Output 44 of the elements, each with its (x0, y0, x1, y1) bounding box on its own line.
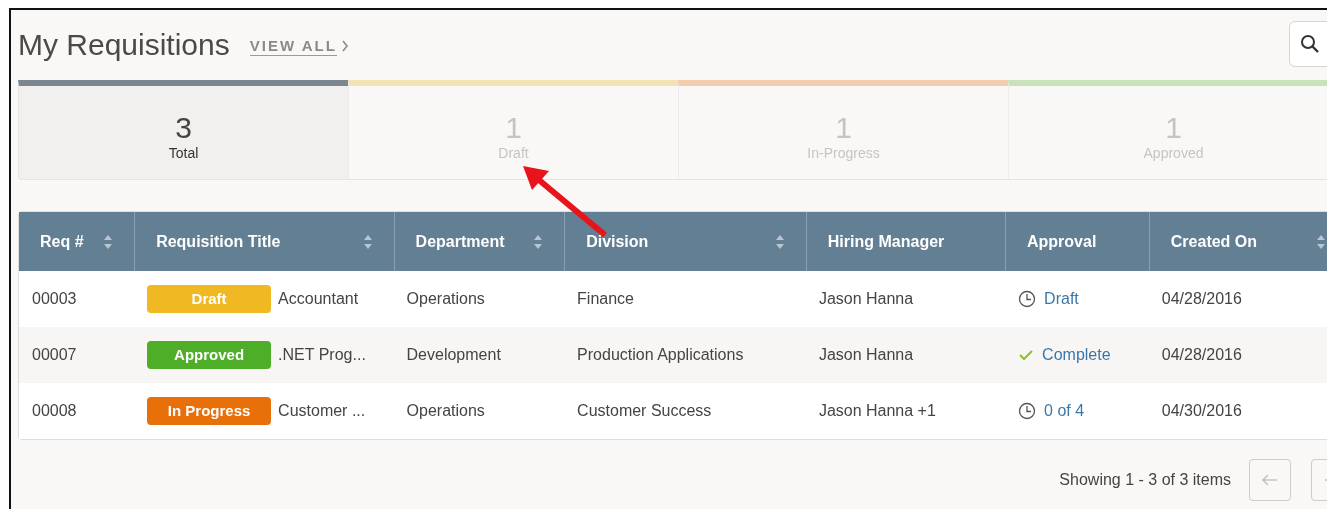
table-cell-text: Jason Hanna +1 (817, 401, 937, 421)
status-label: Total (168, 144, 199, 163)
status-badge: Draft (147, 285, 272, 313)
table-cell-text: Finance (576, 289, 635, 309)
approval-link[interactable]: Draft (1044, 287, 1079, 311)
status-badge: In Progress (147, 397, 272, 425)
sort-icon (362, 233, 373, 250)
search-icon (1300, 34, 1320, 54)
table-cell-text: Operations (405, 289, 486, 309)
table-cell-text: Customer Success (576, 401, 713, 421)
approval-link[interactable]: 0 of 4 (1044, 399, 1085, 423)
table-cell-text: 00007 (31, 345, 78, 365)
clock-icon (1018, 290, 1037, 308)
table-cell-text: 04/30/2016 (1160, 401, 1243, 421)
table-cell-text: Operations (405, 401, 486, 421)
table-cell-text: 00008 (31, 401, 78, 421)
view-all-link[interactable]: VIEW ALL (249, 36, 337, 56)
table-cell-text: Development (405, 345, 502, 365)
sort-icon (533, 233, 544, 250)
table-cell-text: Production Applications (576, 345, 745, 365)
search-button[interactable] (1289, 21, 1327, 67)
table-cell-text: Customer ... (278, 401, 366, 421)
approval-link[interactable]: Complete (1042, 343, 1111, 367)
previous-page-button[interactable] (1249, 459, 1291, 501)
sort-icon (103, 233, 114, 250)
status-tile[interactable]: 3 Total (18, 80, 348, 180)
sort-icon (1316, 233, 1326, 250)
table-cell-text: Jason Hanna (817, 345, 915, 365)
table-cell-text: .NET Prog... (278, 345, 366, 365)
page-title: My Requisitions (18, 26, 230, 63)
status-count: 3 (175, 113, 192, 143)
table-cell-text: Accountant (278, 289, 359, 309)
table-cell-text: 04/28/2016 (1160, 345, 1243, 365)
sort-icon (774, 233, 785, 250)
table-cell-text: 00003 (31, 289, 78, 309)
check-icon (1018, 348, 1035, 362)
clock-icon (1018, 402, 1037, 420)
chevron-right-icon (340, 40, 349, 52)
pagination-summary: Showing 1 - 3 of 3 items (1059, 470, 1231, 490)
status-badge: Approved (147, 341, 272, 369)
table-cell-text: Jason Hanna (817, 289, 915, 309)
arrow-left-icon (1262, 474, 1278, 486)
table-cell-text: 04/28/2016 (1160, 289, 1243, 309)
column-header[interactable]: Req # (19, 212, 135, 271)
